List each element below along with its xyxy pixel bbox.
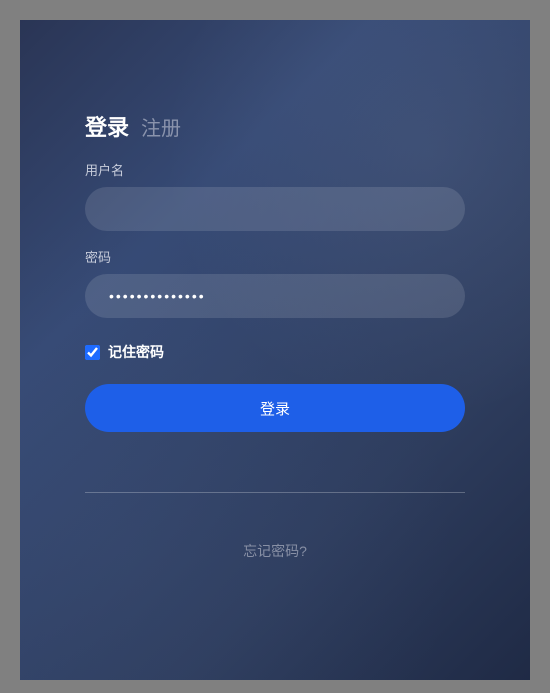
tab-register[interactable]: 注册 bbox=[141, 112, 181, 141]
auth-tabs: 登录 注册 bbox=[85, 110, 465, 142]
username-input[interactable] bbox=[85, 187, 465, 231]
remember-label: 记住密码 bbox=[108, 342, 164, 362]
remember-row: 记住密码 bbox=[85, 342, 465, 362]
remember-checkbox[interactable] bbox=[85, 345, 100, 360]
forgot-password-link[interactable]: 忘记密码? bbox=[85, 541, 465, 561]
password-label: 密码 bbox=[85, 247, 465, 266]
divider bbox=[85, 492, 465, 493]
password-input[interactable] bbox=[85, 274, 465, 318]
login-card: 登录 注册 用户名 密码 记住密码 登录 忘记密码? bbox=[20, 20, 530, 680]
login-button[interactable]: 登录 bbox=[85, 384, 465, 432]
tab-login[interactable]: 登录 bbox=[85, 110, 129, 142]
username-label: 用户名 bbox=[85, 160, 465, 179]
